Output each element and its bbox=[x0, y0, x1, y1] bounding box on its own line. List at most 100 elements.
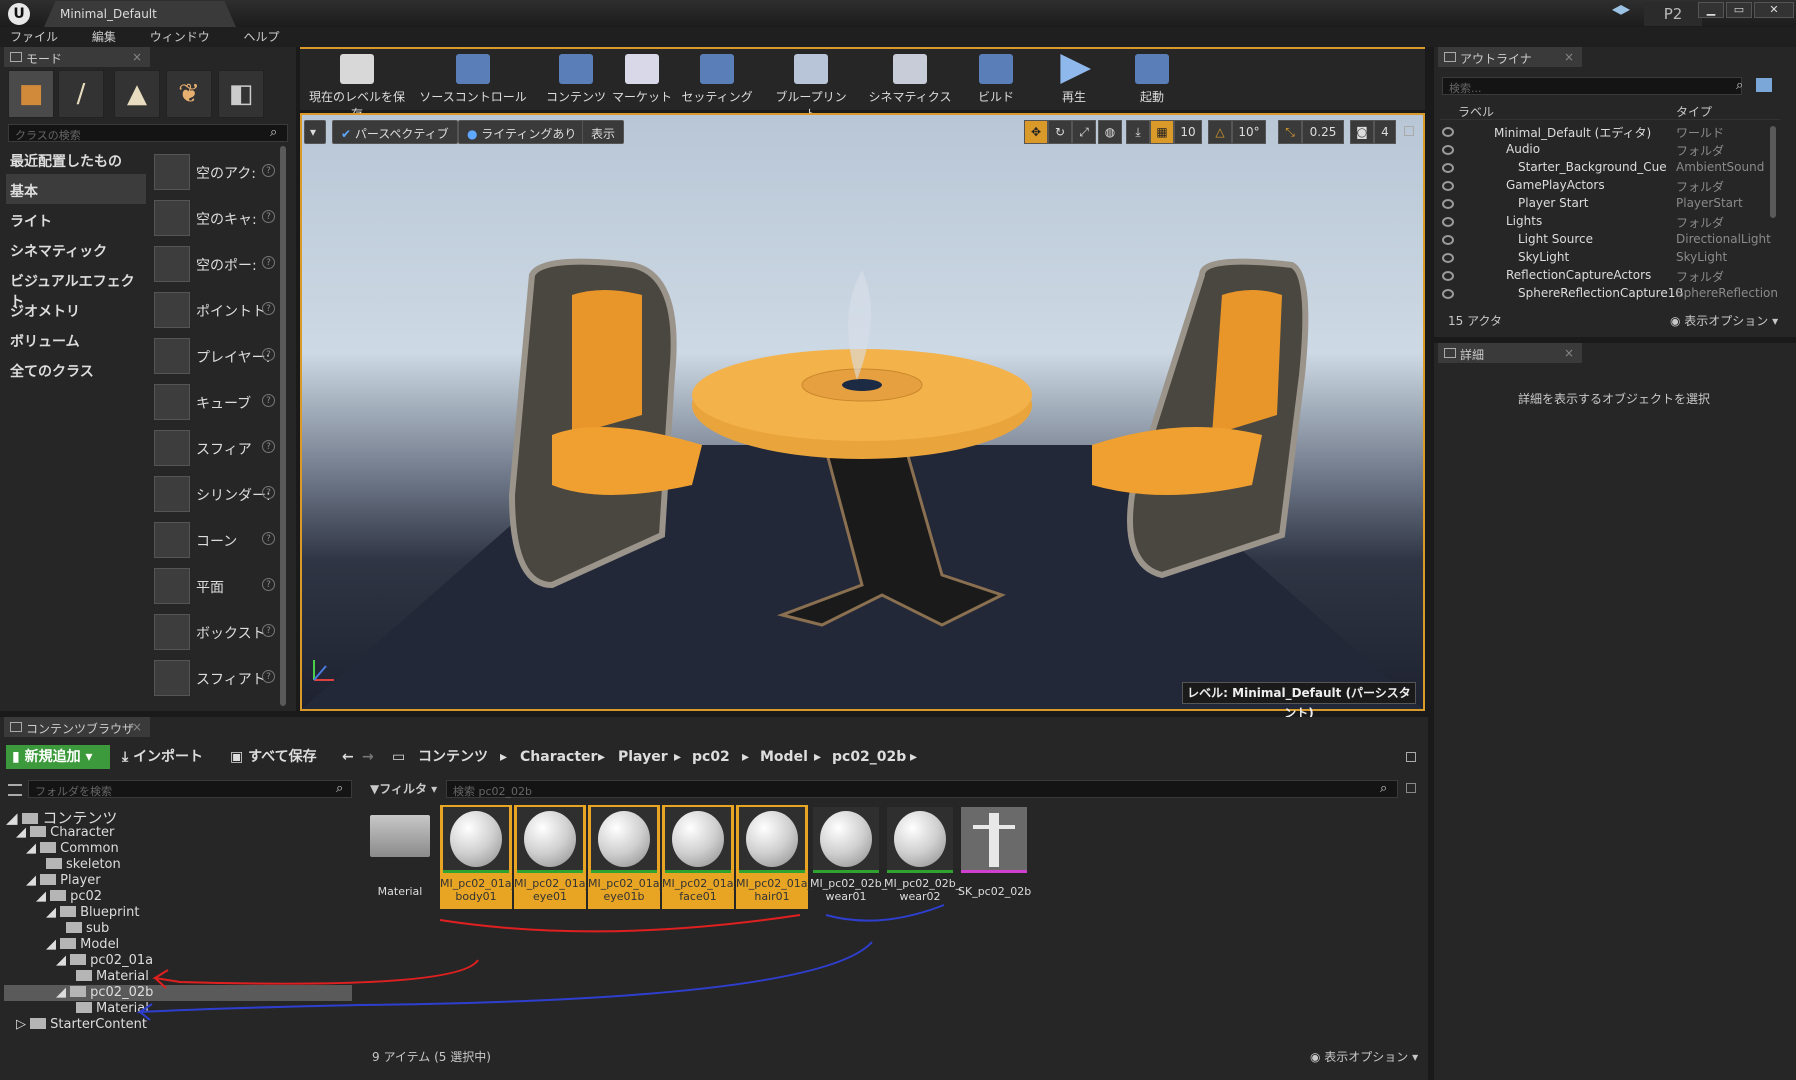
place-item-point-light[interactable]: ポイントト? bbox=[152, 286, 275, 332]
content-view-options[interactable]: ◉ 表示オプション ▾ bbox=[1310, 1048, 1418, 1065]
history-forward-icon[interactable]: → bbox=[362, 745, 374, 769]
camera-speed-value[interactable]: 4 bbox=[1374, 120, 1396, 144]
filter-button[interactable]: ▼フィルタ ▾ bbox=[370, 780, 437, 797]
close-icon[interactable]: × bbox=[1564, 346, 1574, 360]
close-icon[interactable]: × bbox=[132, 720, 142, 734]
play-button[interactable]: 再生 bbox=[1046, 50, 1102, 108]
import-button[interactable]: ⤓ インポート bbox=[122, 745, 203, 769]
outliner-row[interactable]: SphereReflectionCapture10 SphereReflectio… bbox=[1440, 286, 1790, 304]
asset-material-instance[interactable]: MI_pc02_01a_ eye01b bbox=[588, 805, 665, 909]
outliner-search-input[interactable]: 検索... bbox=[1442, 77, 1742, 95]
help-icon[interactable]: ? bbox=[262, 348, 275, 361]
tree-item[interactable]: ◢ Blueprint bbox=[46, 905, 139, 921]
tab-details[interactable]: 詳細 × bbox=[1438, 343, 1582, 363]
paint-mode-button[interactable]: / bbox=[58, 70, 104, 118]
place-item-plane[interactable]: 平面? bbox=[152, 562, 275, 608]
menu-edit[interactable]: 編集 bbox=[92, 27, 116, 47]
help-icon[interactable]: ? bbox=[262, 670, 275, 683]
maximize-button[interactable]: ▭ bbox=[1726, 2, 1752, 18]
search-icon[interactable]: ⌕ bbox=[1380, 781, 1387, 796]
content-button[interactable]: コンテンツ bbox=[544, 50, 608, 108]
tree-item[interactable]: ◢ pc02 bbox=[36, 889, 102, 905]
asset-material-instance[interactable]: MI_pc02_01a_ body01 bbox=[440, 805, 517, 909]
tab-modes[interactable]: モード × bbox=[4, 47, 150, 67]
place-item-cone[interactable]: コーン? bbox=[152, 516, 275, 562]
surface-snap-icon[interactable]: ⤓ bbox=[1126, 120, 1150, 144]
place-mode-button[interactable]: ■ bbox=[8, 70, 54, 118]
camera-speed-icon[interactable]: ◙ bbox=[1350, 120, 1374, 144]
close-window-button[interactable]: ✕ bbox=[1754, 2, 1794, 18]
asset-material-instance[interactable]: MI_pc02_02b_ wear02 bbox=[884, 805, 961, 909]
show-button[interactable]: 表示 bbox=[582, 120, 625, 144]
level-viewport[interactable] bbox=[300, 113, 1425, 711]
help-icon[interactable]: ? bbox=[262, 302, 275, 315]
sources-toggle-icon[interactable] bbox=[8, 784, 22, 796]
tree-item[interactable]: ◢ Model bbox=[46, 937, 119, 953]
history-back-icon[interactable]: ← bbox=[342, 745, 354, 769]
outliner-row[interactable]: Minimal_Default (エディタ) ワールド bbox=[1440, 124, 1790, 142]
cinematics-button[interactable]: シネマティクス bbox=[868, 50, 952, 108]
place-item-cylinder[interactable]: シリンダー:? bbox=[152, 470, 275, 516]
minimize-button[interactable]: ▁ bbox=[1698, 2, 1724, 18]
save-all-button[interactable]: ▣ すべて保存 bbox=[230, 745, 317, 769]
category-visual-effects[interactable]: ビジュアルエフェクト bbox=[6, 264, 146, 310]
outliner-row[interactable]: SkyLight SkyLight bbox=[1440, 250, 1790, 268]
tree-item[interactable]: ▷ StarterContent bbox=[16, 1017, 147, 1033]
maximize-viewport-icon[interactable] bbox=[1404, 126, 1414, 136]
add-new-button[interactable]: ▮ 新規追加 ▾ bbox=[6, 745, 110, 769]
outliner-scrollbar[interactable] bbox=[1770, 126, 1776, 218]
category-basic[interactable]: 基本 bbox=[6, 174, 146, 204]
grid-snap-icon[interactable]: ▦ bbox=[1150, 120, 1174, 144]
landscape-mode-button[interactable]: ▲ bbox=[114, 70, 160, 118]
tree-item[interactable]: ◢ Player bbox=[26, 873, 101, 889]
tab-outliner[interactable]: アウトライナ × bbox=[1438, 47, 1582, 67]
place-item-empty-character[interactable]: 空のキャ:? bbox=[152, 194, 275, 240]
save-search-icon[interactable] bbox=[1406, 783, 1416, 793]
place-item-empty-pawn[interactable]: 空のポー:? bbox=[152, 240, 275, 286]
translate-tool-button[interactable]: ✥ bbox=[1024, 120, 1048, 144]
build-button[interactable]: ビルド bbox=[968, 50, 1024, 108]
outliner-row[interactable]: Audio フォルダ bbox=[1440, 142, 1790, 160]
world-local-toggle-icon[interactable]: ◍ bbox=[1098, 120, 1122, 144]
menu-file[interactable]: ファイル bbox=[10, 27, 58, 47]
tree-item[interactable]: Material bbox=[76, 1001, 149, 1017]
tree-item[interactable]: ◢ Common bbox=[26, 841, 119, 857]
menu-window[interactable]: ウィンドウ bbox=[150, 27, 210, 47]
scale-snap-value[interactable]: 0.25 bbox=[1302, 120, 1344, 144]
asset-material-instance[interactable]: MI_pc02_01a_ hair01 bbox=[736, 805, 813, 909]
breadcrumb-model[interactable]: Model bbox=[760, 745, 808, 769]
asset-search-input[interactable]: 検索 pc02_02b bbox=[446, 780, 1398, 798]
outliner-row[interactable]: ReflectionCaptureActors フォルダ bbox=[1440, 268, 1790, 286]
outliner-row[interactable]: Starter_Background_Cue AmbientSound bbox=[1440, 160, 1790, 178]
asset-material-instance[interactable]: MI_pc02_02b_ wear01 bbox=[810, 805, 887, 909]
outliner-view-options[interactable]: ◉ 表示オプション ▾ bbox=[1670, 312, 1778, 329]
tree-item-selected[interactable]: ◢ pc02_02b bbox=[4, 985, 352, 1001]
asset-folder-material[interactable]: Material bbox=[364, 805, 436, 909]
help-icon[interactable]: ? bbox=[262, 394, 275, 407]
category-cinematic[interactable]: シネマティック bbox=[6, 234, 146, 264]
marketplace-button[interactable]: マーケット bbox=[610, 50, 674, 108]
viewport-options-button[interactable]: ▾ bbox=[304, 120, 326, 144]
outliner-row[interactable]: Lights フォルダ bbox=[1440, 214, 1790, 232]
breadcrumb-character[interactable]: Character bbox=[520, 745, 597, 769]
scale-snap-icon[interactable]: ⤡ bbox=[1278, 120, 1302, 144]
category-volumes[interactable]: ボリューム bbox=[6, 324, 146, 354]
lighting-mode-button[interactable]: ● ライティングあり bbox=[458, 120, 586, 144]
place-item-player-start[interactable]: プレイヤー:? bbox=[152, 332, 275, 378]
help-icon[interactable]: ? bbox=[262, 256, 275, 269]
menu-help[interactable]: ヘルプ bbox=[244, 27, 280, 47]
class-search-input[interactable]: クラスの検索 bbox=[8, 124, 288, 142]
rotation-snap-icon[interactable]: △ bbox=[1208, 120, 1232, 144]
outliner-row[interactable]: Light Source DirectionalLight bbox=[1440, 232, 1790, 250]
category-lights[interactable]: ライト bbox=[6, 204, 146, 234]
search-icon[interactable]: ⌕ bbox=[270, 125, 277, 140]
tab-content-browser[interactable]: コンテンツブラウザ × bbox=[4, 717, 150, 737]
geometry-mode-button[interactable]: ◧ bbox=[218, 70, 264, 118]
add-actor-icon[interactable] bbox=[1756, 78, 1772, 92]
outliner-row[interactable]: GamePlayActors フォルダ bbox=[1440, 178, 1790, 196]
help-icon[interactable]: ? bbox=[262, 624, 275, 637]
category-recent[interactable]: 最近配置したもの bbox=[6, 144, 146, 174]
help-icon[interactable]: ? bbox=[262, 532, 275, 545]
category-geometry[interactable]: ジオメトリ bbox=[6, 294, 146, 324]
help-icon[interactable]: ? bbox=[262, 440, 275, 453]
